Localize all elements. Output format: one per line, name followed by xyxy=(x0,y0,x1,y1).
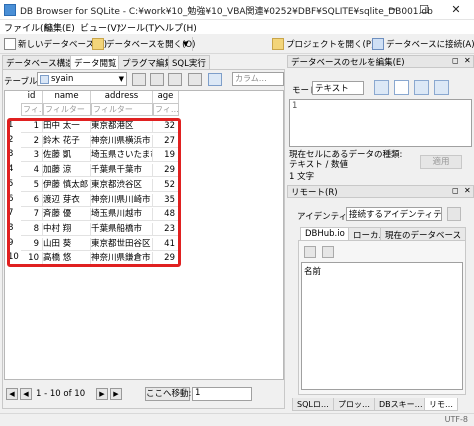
tab-sql-log[interactable]: SQLロ… xyxy=(292,398,334,411)
tab-plot[interactable]: プロッ… xyxy=(333,398,375,411)
identity-select[interactable]: 接続するアイデンティティー xyxy=(346,207,442,221)
table-icon xyxy=(40,74,49,84)
menu-tools[interactable]: ツール(T) xyxy=(118,21,158,34)
open-project-icon xyxy=(272,38,284,50)
editor-line-number: 1 xyxy=(292,101,298,111)
float-icon[interactable]: ◻ xyxy=(452,56,459,65)
filter-columns-input[interactable]: カラム… xyxy=(232,72,284,86)
remote-list[interactable] xyxy=(301,262,463,390)
tab-execute-sql[interactable]: SQL実行 xyxy=(168,55,210,69)
previous-record-button[interactable]: ◀ xyxy=(20,388,32,400)
column-header-address[interactable]: address xyxy=(91,91,153,103)
status-bar xyxy=(0,413,474,426)
tab-current-database[interactable]: 現在のデータベース xyxy=(380,227,467,241)
identity-settings-icon[interactable] xyxy=(447,207,461,221)
attach-database-icon xyxy=(372,38,384,50)
refresh-icon[interactable] xyxy=(132,73,146,86)
chevron-down-icon: ▼ xyxy=(118,75,124,83)
filter-input-age[interactable]: フィ… xyxy=(153,103,179,116)
auto-switch-icon[interactable] xyxy=(374,80,389,95)
table-select[interactable]: syain ▼ xyxy=(37,72,127,86)
filter-input-id[interactable]: フィ… xyxy=(21,103,43,116)
clear-filters-icon[interactable] xyxy=(150,73,164,86)
tab-browse-data[interactable]: データ閲覧 xyxy=(70,55,121,69)
encoding-label: UTF-8 xyxy=(444,415,468,424)
new-database-icon xyxy=(4,38,16,50)
toolbar-separator xyxy=(192,37,193,51)
goto-input[interactable]: 1 xyxy=(192,387,252,401)
import-icon[interactable] xyxy=(394,80,409,95)
maximize-button[interactable]: ☐ xyxy=(408,0,440,20)
cell-size-text: 1 文字 xyxy=(289,172,315,182)
app-icon xyxy=(4,4,16,16)
export-icon[interactable] xyxy=(414,80,429,95)
new-record-icon[interactable] xyxy=(208,73,222,86)
close-icon[interactable]: ✕ xyxy=(464,186,471,195)
remote-clone-icon[interactable] xyxy=(322,246,334,258)
open-project-button[interactable]: プロジェクトを開く(P) xyxy=(272,36,374,52)
edit-cell-title: データベースのセルを編集(E) ◻ ✕ xyxy=(287,55,474,68)
tab-database-structure[interactable]: データベース構造 xyxy=(2,55,78,69)
close-button[interactable]: ✕ xyxy=(440,0,472,20)
open-project-label: プロジェクトを開く(P) xyxy=(286,40,375,50)
menu-view[interactable]: ビュー(V) xyxy=(80,21,120,34)
remote-title: リモート(R) ◻ ✕ xyxy=(287,185,474,198)
record-count: 1 - 10 of 10 xyxy=(36,389,86,399)
cell-editor[interactable] xyxy=(289,99,472,147)
remote-refresh-icon[interactable] xyxy=(304,246,316,258)
print-icon[interactable] xyxy=(188,73,202,86)
menu-edit[interactable]: 編集(E) xyxy=(44,21,75,34)
column-header-name[interactable]: name xyxy=(43,91,91,103)
first-record-button[interactable]: ◀ xyxy=(6,388,18,400)
open-database-dropdown-icon[interactable]: ▼ xyxy=(183,40,188,48)
minimize-button[interactable]: ─ xyxy=(376,0,408,20)
column-header-age[interactable]: age xyxy=(153,91,179,103)
last-record-button[interactable]: ▶ xyxy=(110,388,122,400)
edit-cell-title-text: データベースのセルを編集(E) xyxy=(291,58,405,68)
open-database-label: データベースを開く(O) xyxy=(106,40,196,50)
tab-db-schema[interactable]: DBスキー… xyxy=(374,398,428,411)
close-icon[interactable]: ✕ xyxy=(464,56,471,65)
open-database-button[interactable]: データベースを開く(O) xyxy=(92,36,195,52)
remote-title-text: リモート(R) xyxy=(291,188,338,198)
goto-button[interactable]: ここへ移動: xyxy=(145,387,191,401)
save-table-icon[interactable] xyxy=(168,73,182,86)
apply-button[interactable]: 適用 xyxy=(420,155,462,169)
cell-type-text: 現在セルにあるデータの種類: テキスト / 数値 xyxy=(289,150,403,170)
open-database-icon xyxy=(92,38,104,50)
attach-database-button[interactable]: データベースに接続(A) xyxy=(372,36,474,52)
attach-database-label: データベースに接続(A) xyxy=(386,40,474,50)
filter-input-address[interactable]: フィルター xyxy=(91,103,153,116)
float-icon[interactable]: ◻ xyxy=(452,186,459,195)
window-title: DB Browser for SQLite - C:¥work¥10_勉強¥10… xyxy=(20,7,433,17)
tab-dbhub[interactable]: DBHub.io xyxy=(300,227,350,240)
remote-name-header: 名前 xyxy=(304,267,322,277)
set-null-icon[interactable] xyxy=(434,80,449,95)
next-record-button[interactable]: ▶ xyxy=(96,388,108,400)
mode-select[interactable]: テキスト xyxy=(312,81,364,95)
tab-remote[interactable]: リモ… xyxy=(424,398,458,411)
table-select-value: syain xyxy=(51,74,74,84)
column-header-id[interactable]: id xyxy=(21,91,43,103)
menu-help[interactable]: ヘルプ(H) xyxy=(156,21,197,34)
filter-input-name[interactable]: フィルター xyxy=(43,103,91,116)
highlight-box xyxy=(7,118,181,267)
mode-select-value: テキスト xyxy=(315,84,349,94)
